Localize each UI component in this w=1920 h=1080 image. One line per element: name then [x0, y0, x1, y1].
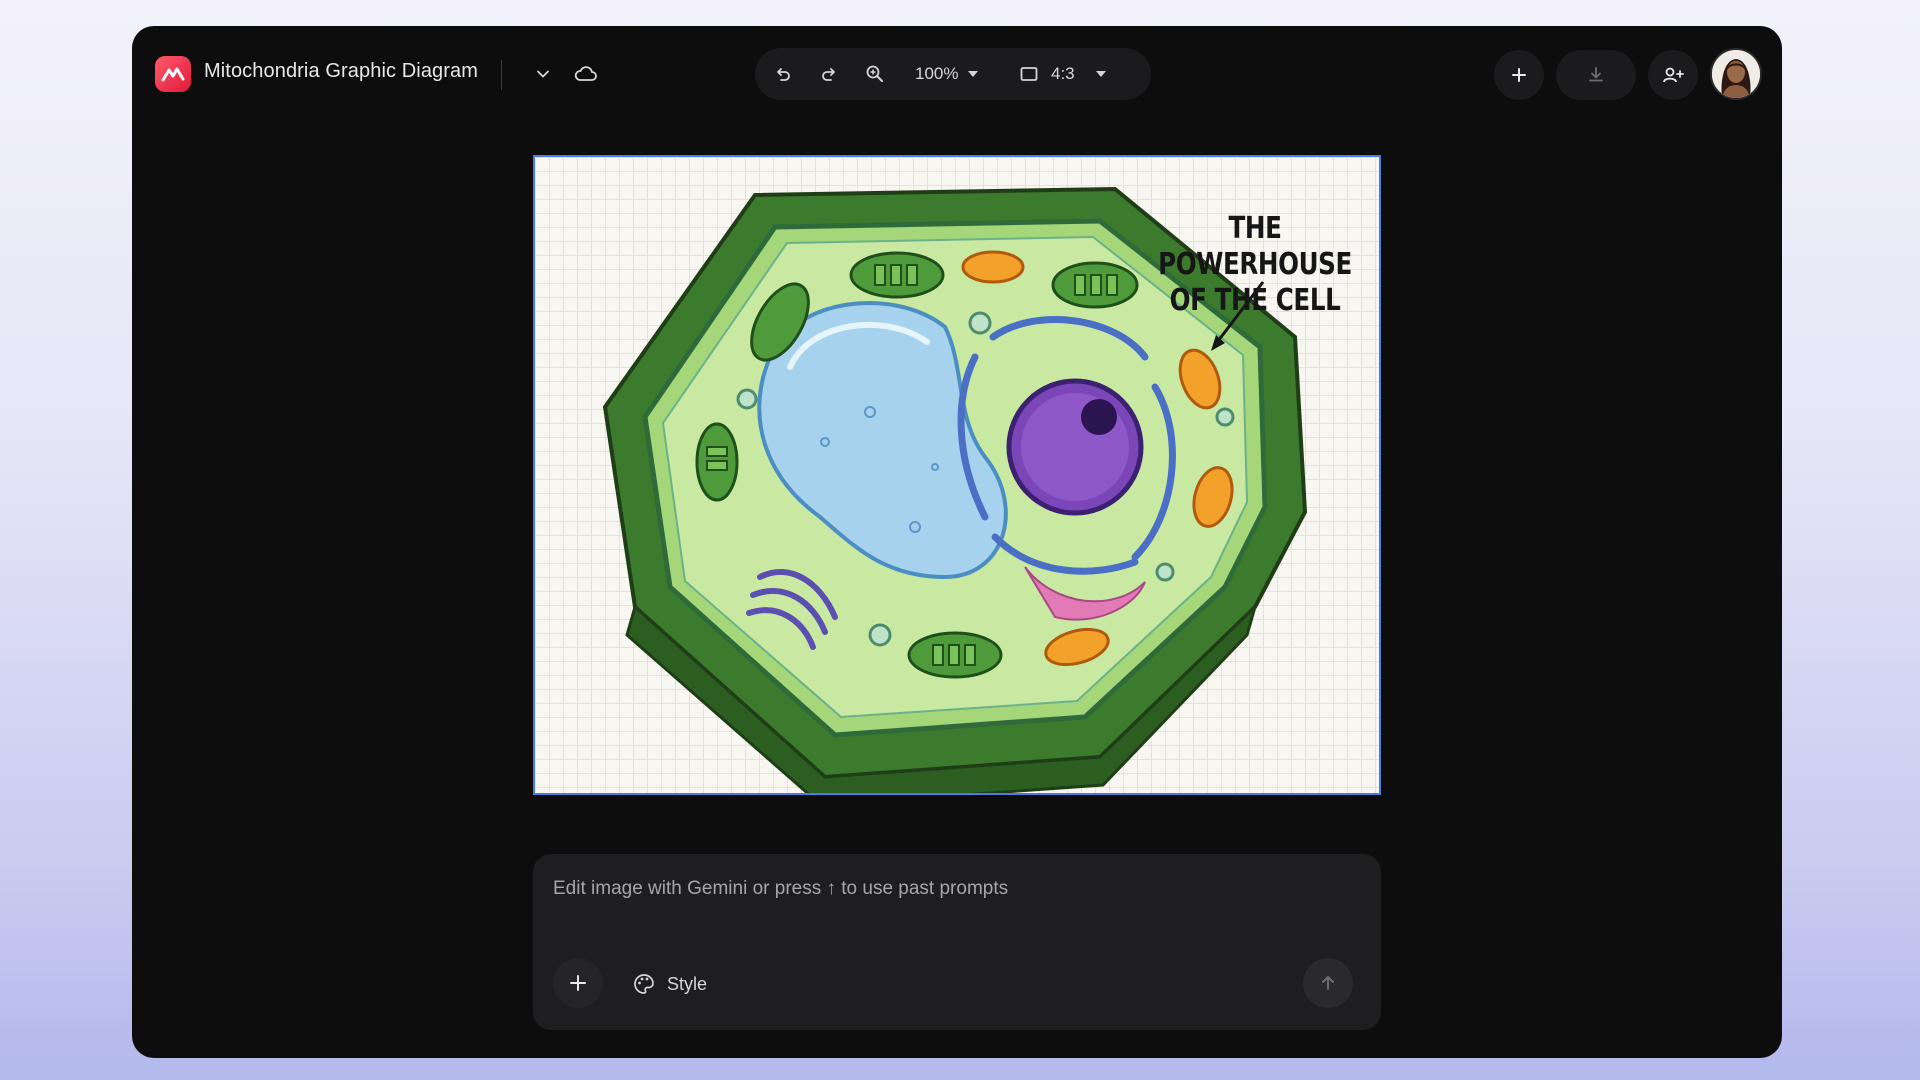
- redo-icon[interactable]: [811, 56, 847, 92]
- add-button[interactable]: [1494, 50, 1544, 100]
- caption-line-1: THE POWERHOUSE: [1158, 211, 1352, 282]
- prompt-input[interactable]: [553, 874, 1353, 904]
- image-caption: THE POWERHOUSE OF THE CELL: [1157, 211, 1354, 319]
- app-logo-icon[interactable]: [155, 56, 191, 92]
- title-divider: [501, 60, 502, 90]
- aspect-ratio-icon[interactable]: [1011, 56, 1047, 92]
- prompt-panel: Style: [533, 854, 1381, 1030]
- download-button[interactable]: [1556, 50, 1636, 100]
- canvas-toolbar: 100% 4:3: [755, 48, 1151, 100]
- zoom-in-icon[interactable]: [857, 56, 893, 92]
- arrow-up-icon: [1322, 976, 1334, 990]
- share-button[interactable]: [1648, 50, 1698, 100]
- download-icon: [1589, 67, 1603, 82]
- document-title[interactable]: Mitochondria Graphic Diagram: [204, 60, 478, 83]
- style-button[interactable]: Style: [633, 964, 707, 1004]
- attach-button[interactable]: [553, 958, 603, 1008]
- aspect-dropdown-icon[interactable]: [1091, 56, 1111, 92]
- zoom-level[interactable]: 100%: [915, 64, 958, 84]
- chevron-down-icon[interactable]: [525, 56, 561, 92]
- style-label: Style: [667, 973, 708, 994]
- top-bar: Mitochondria Graphic Diagram 100% 4:3: [132, 26, 1782, 122]
- zoom-dropdown-icon[interactable]: [963, 56, 983, 92]
- undo-icon[interactable]: [765, 56, 801, 92]
- user-avatar[interactable]: [1710, 48, 1762, 100]
- image-canvas[interactable]: THE POWERHOUSE OF THE CELL: [533, 155, 1381, 795]
- send-button[interactable]: [1303, 958, 1353, 1008]
- plus-icon: [1512, 68, 1526, 82]
- aspect-ratio-value[interactable]: 4:3: [1051, 64, 1075, 84]
- app-window: Mitochondria Graphic Diagram 100% 4:3 TH…: [132, 26, 1782, 1058]
- palette-icon: [634, 974, 654, 994]
- caption-line-2: OF THE CELL: [1169, 283, 1341, 318]
- plus-icon: [570, 975, 586, 991]
- add-person-icon: [1663, 67, 1684, 83]
- cloud-icon[interactable]: [568, 56, 604, 92]
